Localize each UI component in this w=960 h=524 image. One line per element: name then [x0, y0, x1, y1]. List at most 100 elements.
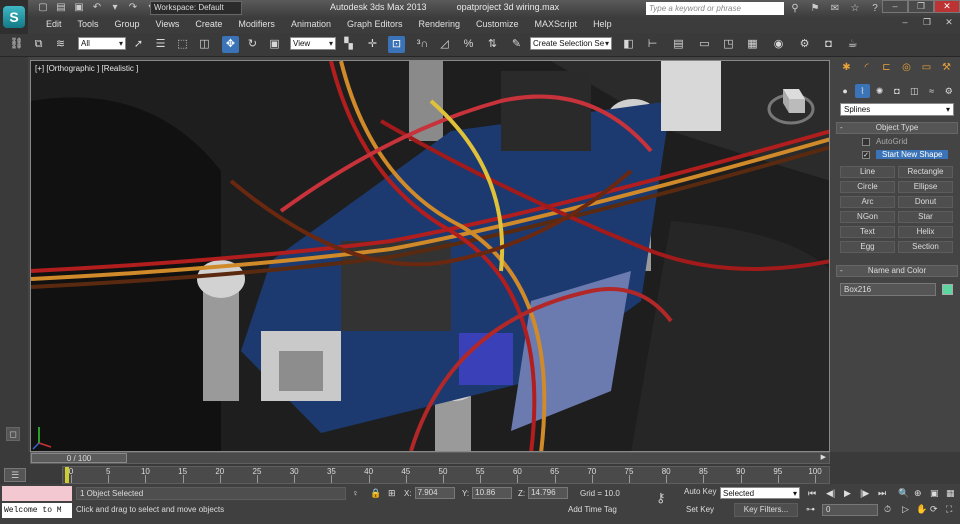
- close-icon[interactable]: ✕: [934, 0, 960, 13]
- pivot-center-icon[interactable]: ▚: [340, 36, 357, 53]
- zoom-extents-all-icon[interactable]: ▦: [946, 488, 955, 499]
- render-setup-icon[interactable]: ⚙: [796, 36, 813, 53]
- binoculars-icon[interactable]: ⚲: [788, 2, 802, 15]
- perspective-viewport[interactable]: [+] [Orthographic ] [Realistic ]: [30, 60, 830, 452]
- shape-category-dropdown[interactable]: Splines: [840, 103, 954, 116]
- set-key-button[interactable]: Set Key: [686, 505, 714, 514]
- menu-tools[interactable]: Tools: [70, 19, 107, 29]
- object-name-field[interactable]: Box216: [840, 283, 936, 296]
- reference-coordinate-dropdown[interactable]: View: [290, 37, 336, 50]
- geometry-icon[interactable]: ●: [838, 84, 852, 98]
- time-slider-thumb[interactable]: 0 / 100: [31, 453, 127, 463]
- line-button[interactable]: Line: [840, 166, 895, 178]
- add-time-tag[interactable]: Add Time Tag: [568, 505, 617, 514]
- select-object-icon[interactable]: ➚: [130, 36, 147, 53]
- communication-icon[interactable]: ✉: [828, 2, 842, 15]
- text-button[interactable]: Text: [840, 226, 895, 238]
- helix-button[interactable]: Helix: [898, 226, 953, 238]
- mirror-icon[interactable]: ◧: [620, 36, 637, 53]
- rectangle-button[interactable]: Rectangle: [898, 166, 953, 178]
- zoom-all-icon[interactable]: ⊕: [914, 488, 922, 499]
- minimize-icon[interactable]: –: [882, 0, 908, 13]
- doc-restore-icon[interactable]: ❐: [916, 17, 938, 32]
- star-button[interactable]: Star: [898, 211, 953, 223]
- systems-icon[interactable]: ⚙: [942, 84, 956, 98]
- select-and-scale-icon[interactable]: ▣: [266, 36, 283, 53]
- field-of-view-icon[interactable]: ▷: [902, 504, 909, 515]
- select-by-name-icon[interactable]: ☰: [152, 36, 169, 53]
- menu-maxscript[interactable]: MAXScript: [527, 19, 586, 29]
- display-tab-icon[interactable]: ▭: [918, 62, 935, 76]
- key-mode-toggle-icon[interactable]: ⊶: [806, 504, 815, 515]
- menu-rendering[interactable]: Rendering: [411, 19, 469, 29]
- edit-named-selection-icon[interactable]: ✎: [508, 36, 525, 53]
- open-folder-icon[interactable]: ▤: [54, 1, 68, 15]
- maxscript-listener-mini[interactable]: [2, 486, 72, 501]
- redo-icon[interactable]: ↷: [126, 1, 140, 15]
- select-manipulate-icon[interactable]: ✛: [364, 36, 381, 53]
- utilities-tab-icon[interactable]: ⚒: [938, 62, 955, 76]
- align-icon[interactable]: ⊢: [644, 36, 661, 53]
- section-button[interactable]: Section: [898, 241, 953, 253]
- rectangular-selection-icon[interactable]: ⬚: [174, 36, 191, 53]
- object-type-rollout[interactable]: - Object Type: [836, 122, 958, 134]
- select-and-rotate-icon[interactable]: ↻: [244, 36, 261, 53]
- time-configuration-icon[interactable]: ⏱: [884, 504, 891, 515]
- undo-icon[interactable]: ↶: [90, 1, 104, 15]
- new-file-icon[interactable]: ▢: [36, 1, 50, 15]
- favorites-icon[interactable]: ☆: [848, 2, 862, 15]
- start-new-shape-checkbox[interactable]: ✓ Start New Shape: [862, 149, 960, 160]
- next-frame-arrow-icon[interactable]: ▶: [821, 453, 826, 461]
- mini-curve-editor-icon[interactable]: ☰: [4, 468, 26, 482]
- viewport-layout-icon[interactable]: ◻: [6, 427, 20, 441]
- auto-key-button[interactable]: Auto Key: [684, 487, 716, 496]
- menu-views[interactable]: Views: [148, 19, 188, 29]
- search-input[interactable]: Type a keyword or phrase: [646, 2, 784, 15]
- time-slider[interactable]: 0 / 100 ▶: [30, 452, 830, 464]
- autogrid-checkbox[interactable]: AutoGrid: [862, 136, 960, 147]
- isolate-icon[interactable]: ♀: [352, 488, 359, 498]
- go-to-start-icon[interactable]: ⏮: [808, 488, 816, 499]
- layer-manager-icon[interactable]: ▤: [670, 36, 687, 53]
- doc-minimize-icon[interactable]: –: [894, 17, 916, 32]
- maxscript-welcome-field[interactable]: Welcome to M: [2, 503, 72, 518]
- spinner-snap-icon[interactable]: ⇅: [484, 36, 501, 53]
- save-icon[interactable]: ▣: [72, 1, 86, 15]
- create-tab-icon[interactable]: ✱: [838, 62, 855, 76]
- shapes-icon[interactable]: ⌇: [855, 84, 870, 98]
- lock-selection-icon[interactable]: 🔒: [370, 488, 381, 499]
- link-icon[interactable]: ⛓: [8, 36, 25, 53]
- menu-help[interactable]: Help: [585, 19, 620, 29]
- checkbox-icon[interactable]: [862, 137, 870, 146]
- app-menu-button[interactable]: S: [0, 0, 28, 34]
- zoom-icon[interactable]: 🔍: [898, 488, 909, 499]
- ngon-button[interactable]: NGon: [840, 211, 895, 223]
- absolute-mode-icon[interactable]: ⊞: [388, 488, 396, 499]
- menu-animation[interactable]: Animation: [283, 19, 339, 29]
- cameras-icon[interactable]: ◘: [890, 84, 904, 98]
- donut-button[interactable]: Donut: [898, 196, 953, 208]
- orbit-icon[interactable]: ⟳: [930, 504, 938, 515]
- window-crossing-icon[interactable]: ◫: [196, 36, 213, 53]
- checkmark-icon[interactable]: ✓: [862, 150, 870, 159]
- graphite-ribbon-icon[interactable]: ▭: [696, 36, 713, 53]
- modify-tab-icon[interactable]: ◜: [858, 62, 875, 76]
- angle-snap-icon[interactable]: ◿: [436, 36, 453, 53]
- circle-button[interactable]: Circle: [840, 181, 895, 193]
- keyboard-shortcut-override-icon[interactable]: ⊡: [388, 36, 405, 53]
- select-and-move-icon[interactable]: ✥: [222, 36, 239, 53]
- menu-create[interactable]: Create: [187, 19, 230, 29]
- menu-edit[interactable]: Edit: [38, 19, 70, 29]
- schematic-view-icon[interactable]: ▦: [744, 36, 761, 53]
- previous-frame-icon[interactable]: ◀|: [826, 488, 835, 499]
- workspace-dropdown[interactable]: Workspace: Default: [150, 1, 242, 15]
- restore-icon[interactable]: ❐: [908, 0, 934, 13]
- named-selection-set-dropdown[interactable]: Create Selection Se: [530, 37, 612, 50]
- unlink-icon[interactable]: ⧉: [30, 36, 47, 53]
- egg-button[interactable]: Egg: [840, 241, 895, 253]
- doc-close-icon[interactable]: ✕: [938, 17, 960, 32]
- menu-graph-editors[interactable]: Graph Editors: [339, 19, 411, 29]
- play-icon[interactable]: ▶: [844, 488, 851, 499]
- curve-editor-icon[interactable]: ◳: [720, 36, 737, 53]
- current-frame-field[interactable]: 0: [822, 504, 878, 516]
